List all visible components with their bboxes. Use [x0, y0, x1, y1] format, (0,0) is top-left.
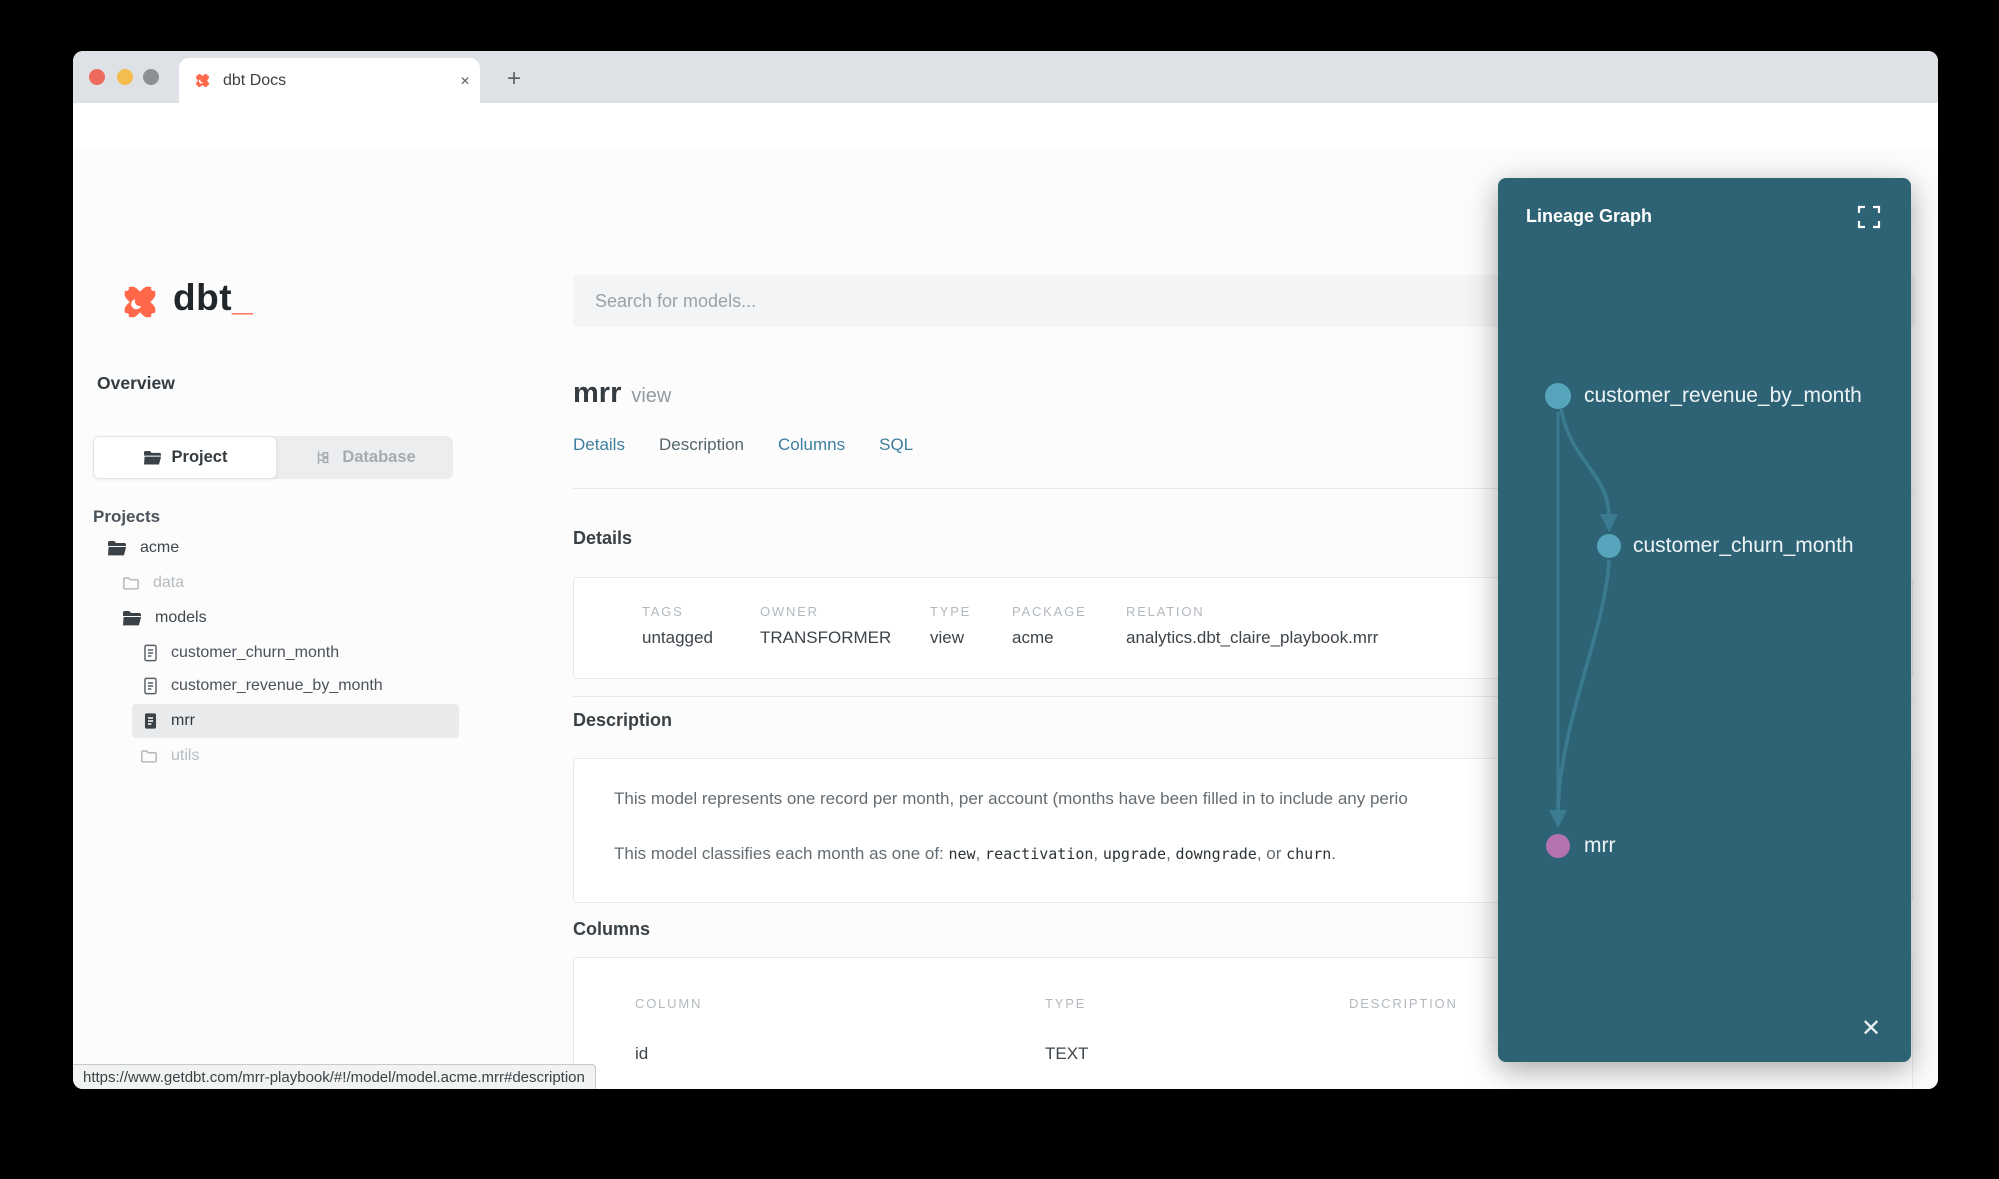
details-heading: Details: [573, 528, 633, 548]
browser-toolbar: getdbt.com/mrr-playbook/#!/model/model.a…: [73, 103, 1938, 196]
sidebar-item-customer-revenue-by-month[interactable]: customer_revenue_by_month: [142, 669, 383, 703]
tab-close-icon[interactable]: ✕: [455, 71, 475, 91]
table-row-cell[interactable]: id: [635, 1044, 648, 1064]
browser-window: dbt Docs ✕ + getdbt.com/mrr-playbook/#!/…: [73, 51, 1938, 1089]
code-span: upgrade: [1102, 845, 1167, 863]
lineage-node-customer-churn-month[interactable]: [1597, 534, 1621, 558]
window-close-button[interactable]: [89, 69, 105, 85]
nav-sql[interactable]: SQL: [879, 435, 913, 455]
new-tab-button[interactable]: +: [501, 67, 527, 93]
logo-cursor: _: [232, 277, 254, 318]
tab-title: dbt Docs: [223, 71, 287, 89]
detail-value-type: view: [930, 628, 965, 647]
window-zoom-button[interactable]: [143, 69, 159, 85]
model-nav: Details Description Columns SQL: [573, 435, 913, 455]
dbt-logo-icon[interactable]: [115, 277, 165, 327]
detail-label: PACKAGE: [1012, 604, 1087, 619]
detail-value-package: acme: [1012, 628, 1054, 647]
code-span: new: [948, 845, 976, 863]
sidebar-item-data[interactable]: data: [122, 566, 184, 600]
folder-icon: [140, 748, 158, 764]
document-icon: [142, 643, 159, 663]
lineage-node-label[interactable]: customer_revenue_by_month: [1584, 384, 1862, 408]
columns-heading: Columns: [573, 919, 651, 939]
browser-tab[interactable]: dbt Docs ✕: [179, 58, 480, 103]
tab-database-label: Database: [342, 448, 416, 466]
tab-project[interactable]: Project: [93, 436, 277, 479]
document-icon: [142, 676, 159, 696]
lineage-node-mrr[interactable]: [1546, 834, 1570, 858]
status-url-tooltip: https://www.getdbt.com/mrr-playbook/#!/m…: [73, 1064, 596, 1089]
document-filled-icon: [142, 711, 159, 731]
detail-value-tags: untagged: [642, 628, 713, 647]
column-header: TYPE: [1045, 996, 1087, 1011]
sidebar-item-models[interactable]: models: [122, 601, 207, 635]
app-logo-text[interactable]: dbt_: [173, 277, 253, 319]
code-span: reactivation: [985, 845, 1094, 863]
source-toggle: Project Database: [93, 436, 453, 479]
nav-details[interactable]: Details: [573, 435, 625, 455]
tree-icon: [314, 449, 332, 467]
lineage-node-label[interactable]: mrr: [1584, 834, 1615, 858]
close-icon[interactable]: ✕: [1850, 1008, 1892, 1050]
overview-heading: Overview: [97, 373, 175, 393]
sidebar-item-mrr[interactable]: mrr: [142, 704, 195, 738]
lineage-edges: [1549, 408, 1618, 828]
description-paragraph: This model represents one record per mon…: [614, 789, 1408, 808]
tab-database[interactable]: Database: [277, 436, 453, 479]
window-minimize-button[interactable]: [117, 69, 133, 85]
column-header: COLUMN: [635, 996, 703, 1011]
nav-description[interactable]: Description: [659, 435, 744, 455]
sidebar-item-acme[interactable]: acme: [107, 531, 179, 565]
folder-open-icon: [143, 450, 162, 466]
sidebar-item-utils[interactable]: utils: [140, 739, 199, 773]
detail-label: OWNER: [760, 604, 819, 619]
column-header: DESCRIPTION: [1349, 996, 1458, 1011]
tab-strip: dbt Docs ✕ +: [73, 51, 1938, 103]
nav-columns[interactable]: Columns: [778, 435, 845, 455]
folder-open-icon: [122, 610, 142, 627]
detail-label: RELATION: [1126, 604, 1205, 619]
description-paragraph: This model classifies each month as one …: [614, 844, 1337, 863]
folder-icon: [122, 575, 140, 591]
lineage-node-label[interactable]: customer_churn_month: [1633, 534, 1854, 558]
page-title: mrr view: [573, 377, 672, 409]
detail-value-relation: analytics.dbt_claire_playbook.mrr: [1126, 628, 1379, 647]
screen: dbt Docs ✕ + getdbt.com/mrr-playbook/#!/…: [0, 0, 1999, 1179]
tab-project-label: Project: [171, 448, 228, 466]
code-span: downgrade: [1175, 845, 1257, 863]
lineage-graph-panel: Lineage Graph customer_revenue_by_month …: [1498, 178, 1911, 1062]
lineage-node-customer-revenue-by-month[interactable]: [1545, 383, 1571, 409]
detail-label: TAGS: [642, 604, 684, 619]
sidebar-item-customer-churn-month[interactable]: customer_churn_month: [142, 636, 339, 670]
code-span: churn: [1286, 845, 1332, 863]
detail-label: TYPE: [930, 604, 972, 619]
detail-value-owner: TRANSFORMER: [760, 628, 892, 647]
dbt-favicon-icon: [192, 70, 213, 91]
folder-open-icon: [107, 540, 127, 557]
table-row-cell: TEXT: [1045, 1044, 1089, 1063]
description-heading: Description: [573, 710, 673, 730]
materialization-badge: view: [631, 385, 672, 407]
projects-heading: Projects: [93, 507, 161, 526]
